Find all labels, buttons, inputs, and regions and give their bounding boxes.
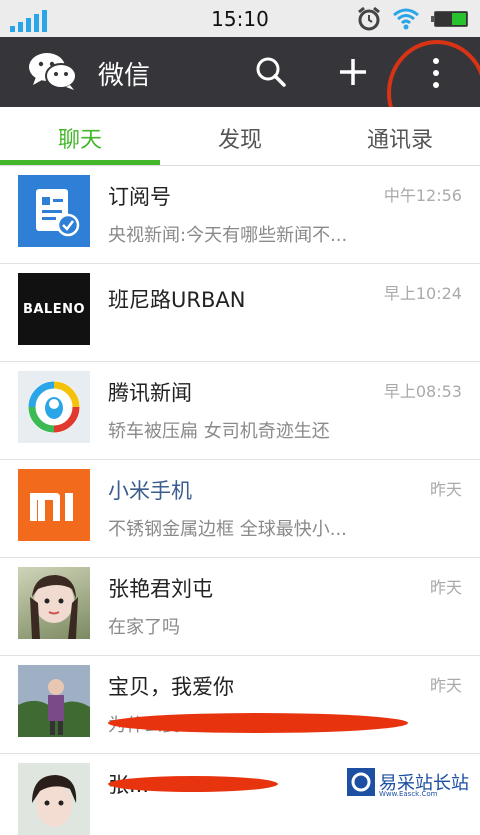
avatar [18,371,90,443]
avatar [18,469,90,541]
list-item[interactable]: 宝贝，我爱你 为什么要... 昨天 [0,656,480,754]
app-title: 微信 [98,61,151,91]
list-item[interactable]: 腾讯新闻 轿车被压扁 女司机奇迹生还 早上08:53 [0,362,480,460]
chat-time: 中午12:56 [383,186,462,205]
chat-preview: 央视新闻:今天有哪些新闻不... [108,225,348,246]
watermark-subtext: Www.Easck.Com [379,790,438,798]
chat-name: 腾讯新闻 [108,381,192,405]
person-photo [32,775,77,827]
search-icon[interactable] [255,56,287,88]
wifi-icon [393,8,419,30]
tab-contacts[interactable]: 通讯录 [320,122,480,154]
list-item[interactable]: 张艳君刘屯 在家了吗 昨天 [0,558,480,656]
mi-logo-icon [30,493,73,521]
chat-name: 张艳君刘屯 [108,577,213,601]
child-photo [18,665,90,737]
watermark: 易采站长站 Www.Easck.Com [345,765,480,800]
tab-chats[interactable]: 聊天 [0,122,160,154]
person-photo [30,575,78,639]
chat-preview: 不锈钢金属边框 全球最快小... [108,519,347,540]
chat-name: 订阅号 [108,185,171,209]
chat-name: 小米手机 [108,479,192,503]
status-bar: 15:10 [0,0,480,37]
wechat-logo-icon [29,53,77,90]
chat-time: 昨天 [429,480,462,499]
brand-logo-text: BALENO [22,301,86,317]
tencent-news-icon [28,381,80,433]
chat-preview: 在家了吗 [108,617,180,638]
chat-preview: 轿车被压扁 女司机奇迹生还 [108,421,330,442]
list-item[interactable]: BALENO 班尼路URBAN 早上10:24 [0,264,480,362]
avatar [18,175,90,247]
add-icon[interactable] [337,56,369,88]
subscription-icon [36,189,80,237]
tab-discover[interactable]: 发现 [160,122,320,154]
chat-name: 班尼路URBAN [108,288,246,312]
alarm-icon [358,6,380,31]
chat-time: 昨天 [429,578,462,597]
avatar [18,763,90,835]
list-item[interactable]: 小米手机 不锈钢金属边框 全球最快小... 昨天 [0,460,480,558]
watermark-logo-icon [347,768,375,796]
chat-time: 昨天 [429,676,462,695]
redaction-mark [108,776,278,792]
active-tab-indicator [0,160,160,165]
avatar: BALENO [18,273,90,345]
chat-time: 早上08:53 [383,382,462,401]
avatar [18,665,90,737]
chat-list: 订阅号 央视新闻:今天有哪些新闻不... 中午12:56 BALENO 班尼路U… [0,166,480,835]
battery-icon [431,11,468,27]
list-item[interactable]: 订阅号 央视新闻:今天有哪些新闻不... 中午12:56 [0,166,480,264]
tab-bar: 聊天 发现 通讯录 [0,107,480,166]
redaction-mark [108,713,408,733]
avatar [18,567,90,639]
chat-name: 宝贝，我爱你 [108,675,234,699]
chat-time: 早上10:24 [383,284,462,303]
